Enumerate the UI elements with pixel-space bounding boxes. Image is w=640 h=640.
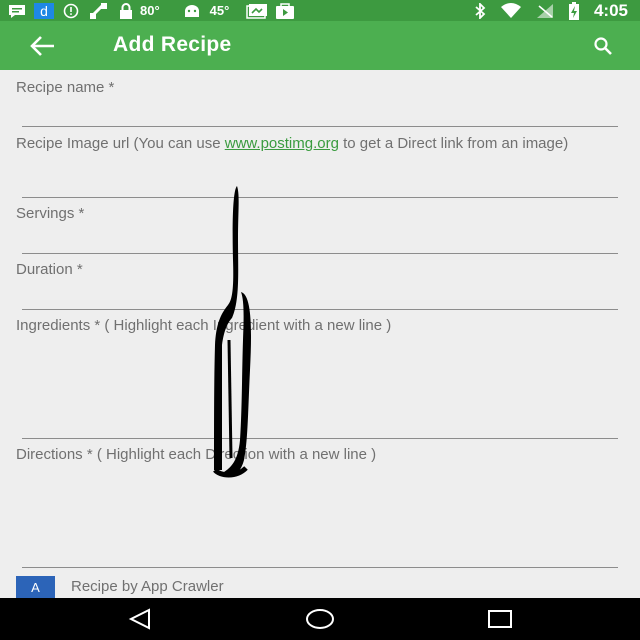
- temperature-1: 80°: [140, 3, 160, 18]
- android-icon: [180, 0, 204, 21]
- image-url-label-prefix: Recipe Image url (You can use: [16, 135, 225, 152]
- ingredients-textarea[interactable]: [22, 336, 618, 434]
- search-icon: [594, 37, 612, 55]
- image-url-label-suffix: to get a Direct link from an image): [338, 135, 569, 152]
- message-icon: [4, 0, 30, 21]
- ingredients-underline: [22, 438, 618, 439]
- temperature-2: 45°: [209, 3, 230, 18]
- servings-input[interactable]: [22, 224, 618, 250]
- lock-icon: [114, 0, 138, 21]
- directions-textarea[interactable]: [22, 465, 618, 563]
- bluetooth-icon: [474, 0, 486, 21]
- recipe-name-underline: [22, 126, 618, 127]
- directions-underline: [22, 567, 618, 568]
- recents-square-icon: [488, 610, 512, 628]
- ingredients-label: Ingredients * ( Highlight each Ingredien…: [16, 317, 392, 334]
- duration-label: Duration *: [16, 261, 83, 278]
- directions-label: Directions * ( Highlight each Direction …: [16, 446, 377, 463]
- app-crawler-badge: A: [16, 576, 55, 598]
- servings-label: Servings *: [16, 205, 85, 222]
- d-app-icon: d: [30, 0, 58, 21]
- nav-recents-button[interactable]: [470, 598, 530, 640]
- app-toolbar: Add Recipe: [0, 21, 640, 70]
- svg-text:d: d: [40, 3, 48, 19]
- duration-input[interactable]: [22, 280, 618, 306]
- clock: 4:05: [593, 0, 628, 20]
- postimg-link[interactable]: www.postimg.org: [225, 135, 339, 152]
- navigation-bar: [0, 598, 640, 640]
- search-button[interactable]: [592, 35, 614, 57]
- satellite-icon: [84, 0, 114, 21]
- duration-underline: [22, 309, 618, 310]
- wifi-icon: [500, 0, 522, 21]
- nav-home-button[interactable]: [290, 598, 350, 640]
- nav-back-button[interactable]: [110, 598, 170, 640]
- image-url-label: Recipe Image url (You can use www.postim…: [16, 136, 628, 151]
- play-store-icon: [271, 0, 299, 21]
- page-title: Add Recipe: [113, 33, 232, 56]
- photo-icon: [243, 0, 271, 21]
- arrow-left-icon: [30, 36, 54, 56]
- image-url-input[interactable]: [22, 168, 618, 194]
- attribution-text: Recipe by App Crawler: [71, 578, 224, 595]
- back-button[interactable]: [28, 33, 58, 59]
- attribution-banner: A Recipe by App Crawler: [0, 574, 640, 598]
- info-icon: [58, 0, 84, 21]
- recipe-name-input[interactable]: [22, 98, 618, 124]
- recipe-name-label: Recipe name *: [16, 79, 115, 96]
- image-url-underline: [22, 197, 618, 198]
- servings-underline: [22, 253, 618, 254]
- back-triangle-icon: [128, 608, 150, 630]
- signal-icon: [536, 0, 554, 21]
- status-bar: d 80° 45° 4:05: [0, 0, 640, 21]
- battery-icon: [568, 0, 580, 21]
- home-circle-icon: [306, 609, 334, 629]
